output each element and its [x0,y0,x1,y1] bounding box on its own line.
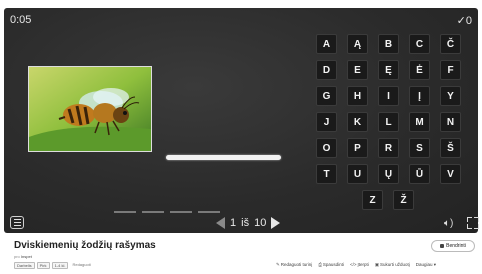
more-button[interactable]: Daugiau ▾ [416,262,436,268]
letter-key[interactable]: C [409,34,430,54]
letter-key[interactable]: A [316,34,337,54]
letter-key[interactable]: F [440,60,461,80]
letter-key[interactable]: K [347,112,368,132]
timer: 0:05 [10,14,32,26]
speaker-icon[interactable]: 🔈︎) [444,218,453,229]
pager: 1 iš 10 [216,217,281,229]
action-label: Spausdinti [322,262,344,267]
letter-key[interactable]: Š [440,138,461,158]
progress-dash [114,211,136,213]
letter-key[interactable]: O [316,138,337,158]
letter-key[interactable]: R [378,138,399,158]
create-task-button[interactable]: ▣Sukurti užduotį [375,262,410,268]
letter-key[interactable]: L [378,112,399,132]
printer-icon: ⎙ [318,262,322,267]
letter-key[interactable]: S [409,138,430,158]
tag-edit-link[interactable]: Redaguoti [70,262,92,269]
task-icon: ▣ [374,262,379,267]
letter-key[interactable]: T [316,164,337,184]
letter-key[interactable]: J [316,112,337,132]
letter-key[interactable]: Ę [378,60,399,80]
menu-icon[interactable] [10,216,24,229]
action-label: Sukurti užduotį [379,262,410,267]
activity-title: Dviskiemenių žodžių rašymas [14,240,156,251]
author-name[interactable]: Inspet [21,254,32,259]
letter-key[interactable]: V [440,164,461,184]
prev-arrow-icon[interactable] [216,217,225,229]
author-line: pro Inspet [14,254,32,259]
score-value: 0 [465,15,472,27]
action-bar: ✎Redaguoti turinį ⎙Spausdinti </>Įterpti… [276,262,436,268]
letter-key[interactable]: Ž [393,190,414,210]
author-prefix: pro [14,254,20,259]
letter-key[interactable]: G [316,86,337,106]
letter-key[interactable]: P [347,138,368,158]
letter-key[interactable]: Ą [347,34,368,54]
pencil-icon: ✎ [276,262,280,267]
answer-line [166,155,281,160]
share-label: Bendrinti [446,243,466,249]
action-label: Daugiau [415,262,433,267]
pager-total: 10 [254,217,267,229]
tag[interactable]: Darbelis [14,262,35,269]
letter-key[interactable]: B [378,34,399,54]
letter-key[interactable]: U [347,164,368,184]
next-arrow-icon[interactable] [271,217,281,229]
letter-key[interactable]: N [440,112,461,132]
letter-key[interactable]: Y [440,86,461,106]
fullscreen-icon[interactable] [467,217,479,229]
score: ✓0 [457,14,472,27]
embed-button[interactable]: </>Įterpti [350,262,369,268]
letter-key[interactable]: Ų [378,164,399,184]
progress-dash [170,211,192,213]
letter-key[interactable]: I [378,86,399,106]
letter-key[interactable]: Z [362,190,383,210]
tag[interactable]: Pirk [36,262,50,269]
game-board: 0:05 ✓0 AĄBCČ DEĘĖ F G H I Į Y J K L M N … [4,8,479,233]
print-button[interactable]: ⎙Spausdinti [318,262,344,268]
pager-separator: iš [241,217,250,229]
progress-dash [198,211,220,213]
letter-key[interactable]: D [316,60,337,80]
letter-key[interactable]: Ū [409,164,430,184]
progress-dash [142,211,164,213]
pager-current: 1 [230,217,237,229]
bee-image [28,66,152,152]
letter-key[interactable]: Č [440,34,461,54]
letter-key[interactable]: Ė [409,60,430,80]
tag[interactable]: 1-4 kl. [51,262,69,269]
embed-icon: </> [349,262,357,267]
action-label: Įterpti [357,262,369,267]
tag-list: Darbelis Pirk 1-4 kl. Redaguoti [14,262,93,269]
edit-content-button[interactable]: ✎Redaguoti turinį [276,262,312,268]
letter-key[interactable]: H [347,86,368,106]
share-icon [440,244,445,248]
letter-key[interactable]: M [409,112,430,132]
letter-key[interactable]: Į [409,86,430,106]
share-button[interactable]: Bendrinti [431,240,475,252]
letter-key[interactable]: E [347,60,368,80]
action-label: Redaguoti turinį [280,262,313,267]
check-icon: ✓ [456,15,466,27]
